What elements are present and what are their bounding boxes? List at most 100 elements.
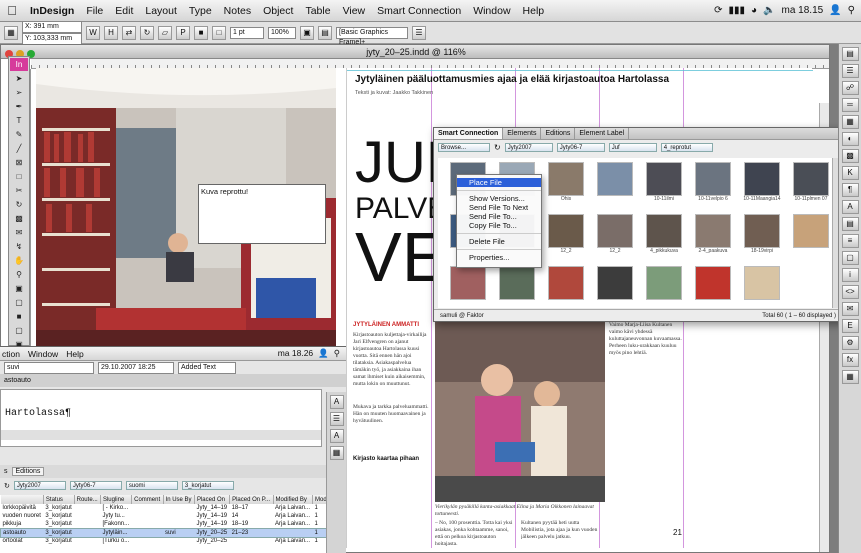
menu-object[interactable]: Object xyxy=(257,5,299,17)
children-photo[interactable] xyxy=(435,322,605,502)
spotlight-icon[interactable]: ⚲ xyxy=(848,5,855,16)
gradient-tool-icon[interactable]: ▩ xyxy=(10,212,28,225)
effects-panel-icon[interactable]: fx xyxy=(841,353,859,367)
asset-thumbnail[interactable] xyxy=(636,266,692,308)
apple-icon[interactable]:  xyxy=(0,3,24,18)
rotate-tool-icon[interactable]: ↻ xyxy=(10,198,28,211)
user-icon-2[interactable]: 👤 xyxy=(318,348,329,359)
eyedropper-tool-icon[interactable]: ↯ xyxy=(10,240,28,253)
asset-thumbnail[interactable]: 10-11Maangia14 xyxy=(734,162,790,210)
refresh-icon-2[interactable]: ↻ xyxy=(4,482,10,490)
volume-icon[interactable]: 🔈 xyxy=(763,5,775,16)
asset-thumbnail[interactable] xyxy=(685,266,741,308)
height-icon[interactable]: H xyxy=(104,25,118,40)
asset-thumbnail[interactable]: 12_2 xyxy=(587,214,643,262)
stroke-weight-field[interactable]: 1 pt xyxy=(230,26,264,39)
asset-thumbnail[interactable]: 10-11plmen 07 xyxy=(783,162,834,210)
stroke-swatch-icon[interactable]: ▢ xyxy=(10,296,28,309)
scripts-panel-icon[interactable]: ⚙ xyxy=(841,336,859,350)
opacity-field[interactable]: 100% xyxy=(268,26,296,39)
links-panel-icon[interactable]: ☍ xyxy=(841,81,859,95)
menu-table[interactable]: Table xyxy=(299,5,336,17)
column-header[interactable] xyxy=(0,495,44,504)
object-style-field[interactable]: [Basic Graphics Frame]+ xyxy=(336,26,408,46)
menu-help[interactable]: Help xyxy=(517,5,551,17)
asset-thumbnail[interactable] xyxy=(587,162,643,210)
status-select-2[interactable]: 3_korjatut xyxy=(181,481,234,490)
note-tool-icon[interactable]: ✉ xyxy=(10,226,28,239)
article-byline[interactable]: Teksti ja kuvat: Jaakko Takkinen xyxy=(355,90,433,96)
table-row[interactable]: pikkuja 3_korjatut [Fakonn... Jyty_14–19 18–… xyxy=(1,520,330,528)
asset-thumbnail[interactable]: 10-11ilmi xyxy=(636,162,692,210)
menu-layout[interactable]: Layout xyxy=(139,5,183,17)
swatches-panel-icon[interactable]: ▦ xyxy=(841,115,859,129)
direct-selection-tool-icon[interactable]: ➢ xyxy=(10,86,28,99)
section-select[interactable]: Juf xyxy=(608,142,657,152)
tab-smart-connection[interactable]: Smart Connection xyxy=(434,128,504,139)
align-icon[interactable]: ☰ xyxy=(412,25,426,40)
article-headline[interactable]: Jytyläinen pääluottamusmies ajaa ja elää… xyxy=(355,74,715,85)
rectangle-tool-icon[interactable]: □ xyxy=(10,170,28,183)
y-position-field[interactable]: Y: 103,333 mm xyxy=(22,32,82,45)
wrap-icon[interactable]: ▤ xyxy=(318,25,332,40)
zoom-tool-icon[interactable]: ⚲ xyxy=(10,268,28,281)
pages-panel-icon[interactable]: ▤ xyxy=(841,47,859,61)
asset-thumbnail[interactable]: 12_2 xyxy=(538,214,594,262)
shear-icon[interactable]: ▱ xyxy=(158,25,172,40)
width-icon[interactable]: W xyxy=(86,25,100,40)
asset-thumbnail[interactable]: 2-4_paakuva xyxy=(685,214,741,262)
asset-thumbnail[interactable] xyxy=(587,266,643,308)
menu-item-properties[interactable]: Properties... xyxy=(457,253,541,262)
menu-app[interactable]: InDesign xyxy=(24,5,80,17)
scale-icon[interactable]: ⇄ xyxy=(122,25,136,40)
date-field[interactable]: 29.10.2007 18:25 xyxy=(98,361,174,374)
normal-view-icon[interactable]: ▢ xyxy=(10,324,28,337)
photo-caption[interactable]: Vierikylän pysäkillä kanta-asiakkaat Eli… xyxy=(435,504,605,518)
x-position-field[interactable]: X: 391 mm xyxy=(22,20,82,33)
stroke-icon[interactable]: □ xyxy=(212,25,226,40)
rotate-icon[interactable]: ↻ xyxy=(140,25,154,40)
column-header[interactable]: Comment xyxy=(131,495,164,504)
editions-panel-icon[interactable]: E xyxy=(841,319,859,333)
publication-select[interactable]: Jyty2007 xyxy=(504,142,553,152)
menu-notes[interactable]: Notes xyxy=(218,5,257,17)
column-header[interactable]: Status xyxy=(43,495,75,504)
stroke-panel-icon[interactable]: ═ xyxy=(841,98,859,112)
asset-thumbnail[interactable]: Ohis xyxy=(538,162,594,210)
color-panel-icon[interactable]: ◐ xyxy=(841,132,859,146)
column-header[interactable]: In Use By xyxy=(163,495,195,504)
menu-window[interactable]: Window xyxy=(467,5,516,17)
menu-item-delete-file[interactable]: Delete File xyxy=(457,237,541,246)
side-tool-b-icon[interactable]: ☰ xyxy=(329,412,344,426)
battery-icon[interactable]: ▮▮▮ xyxy=(729,5,746,16)
issue-select[interactable]: Jyty06-7 xyxy=(556,142,605,152)
side-tool-a-icon[interactable]: A xyxy=(329,395,344,409)
tab-elements[interactable]: Elements xyxy=(503,128,542,139)
fill-swatch-icon[interactable]: ▣ xyxy=(10,282,28,295)
scissors-tool-icon[interactable]: ✂ xyxy=(10,184,28,197)
fill-icon[interactable]: ■ xyxy=(194,25,208,40)
browse-select[interactable]: Browse... xyxy=(438,142,490,152)
column-header[interactable]: Modified By xyxy=(273,495,314,504)
subhead[interactable]: Kirjasto kaartaa pihaan xyxy=(353,456,419,462)
column-header[interactable]: Slugline xyxy=(100,495,133,504)
body-column-d[interactable]: – No, 100 prosenttia. Totta kai yksi asi… xyxy=(435,520,517,548)
caption-frame[interactable]: Kuva reprottu! xyxy=(198,184,326,244)
reference-point-icon[interactable]: ▦ xyxy=(4,25,18,40)
pen-tool-icon[interactable]: ✒ xyxy=(10,100,28,113)
asset-thumbnail[interactable]: 18-19virpi xyxy=(734,214,790,262)
table-panel-icon[interactable]: ▦ xyxy=(841,370,859,384)
side-tool-c-icon[interactable]: A xyxy=(329,429,344,443)
tags-panel-icon[interactable]: <> xyxy=(841,285,859,299)
line-tool-icon[interactable]: ╱ xyxy=(10,142,28,155)
hand-tool-icon[interactable]: ✋ xyxy=(10,254,28,267)
clock[interactable]: ma 18.15 xyxy=(782,5,824,16)
column-header[interactable]: Placed On xyxy=(194,495,231,504)
tab-element-label[interactable]: Element Label xyxy=(575,128,630,139)
document-title-bar[interactable]: jyty_20–25.indd @ 116% xyxy=(1,45,829,59)
asset-thumbnail[interactable] xyxy=(440,266,496,308)
refresh-icon[interactable]: ↻ xyxy=(494,143,501,152)
menu-view[interactable]: View xyxy=(337,5,372,17)
secondary-clock[interactable]: ma 18.26 xyxy=(278,348,313,359)
column-header[interactable]: Route... xyxy=(74,495,101,504)
